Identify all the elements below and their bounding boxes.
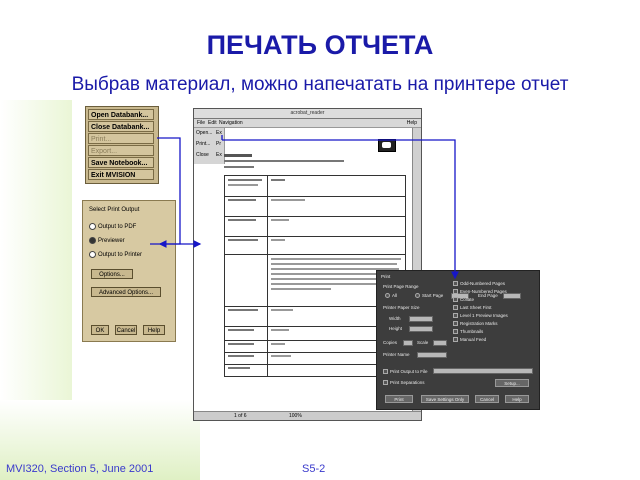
cancel-button[interactable]: Cancel (115, 325, 137, 335)
dialog-title: Select Print Output (89, 207, 140, 213)
checkbox-label: Odd-Numbered Pages (460, 281, 506, 286)
options-button[interactable]: Options... (91, 269, 133, 279)
paper-size-label: Printer Paper Size (383, 305, 420, 310)
radio-output-to-printer[interactable]: Output to Printer (89, 251, 142, 258)
menu-item-exit[interactable]: Exit MVISION (88, 169, 154, 180)
print-dialog: Print Print Page Range All Start Page En… (376, 270, 540, 410)
width-input[interactable] (409, 316, 433, 322)
radio-label: Previewer (98, 238, 125, 245)
checkbox-odd-pages[interactable] (453, 281, 458, 286)
file-dropdown: Open... Print... Close Ex Pr Ex (194, 128, 225, 164)
file-menu: Open Databank... Close Databank... Print… (85, 106, 159, 184)
checkbox-label: Even-Numbered Pages (460, 289, 507, 294)
page-indicator: 1 of 6 (234, 413, 247, 419)
radio-previewer[interactable]: Previewer (89, 237, 125, 244)
copies-input[interactable] (403, 340, 413, 346)
checkbox-label: Registration Marks (460, 321, 498, 326)
acrobat-logo-icon (378, 139, 396, 152)
footer-course-info: MVI320, Section 5, June 2001 (6, 463, 154, 475)
checkbox-label: Collate (460, 297, 475, 302)
doc-heading-line (224, 154, 252, 157)
checkbox-collate[interactable] (453, 297, 458, 302)
radio-icon (89, 223, 96, 230)
doc-path-line (224, 160, 344, 162)
select-print-output-dialog: Select Print Output Output to PDF Previe… (82, 200, 176, 342)
checkbox-preview-images[interactable] (453, 313, 458, 318)
radio-icon (89, 251, 96, 258)
radio-label: Output to Printer (98, 252, 143, 259)
print-to-file-label: Print Output to File (390, 369, 428, 374)
output-file-input[interactable] (433, 368, 533, 374)
help-button[interactable]: Help (143, 325, 165, 335)
menu-navigation[interactable]: Navigation (219, 119, 243, 127)
printer-name-select[interactable] (417, 352, 447, 358)
cancel-button[interactable]: Cancel (475, 395, 499, 403)
status-bar: 1 of 6 100% (194, 411, 421, 420)
setup-button[interactable]: Setup... (495, 379, 529, 387)
slide-title: ПЕЧАТЬ ОТЧЕТА (206, 30, 434, 60)
table-column-divider (267, 176, 268, 376)
menu-item-print[interactable]: Print... (88, 133, 154, 144)
checkbox-manual-feed[interactable] (453, 337, 458, 342)
checkbox-label: Thumbnails (460, 329, 484, 334)
ok-button[interactable]: OK (91, 325, 109, 335)
printer-name-label: Printer Name (383, 352, 410, 357)
advanced-options-button[interactable]: Advanced Options... (91, 287, 161, 297)
checkbox-label: Last Sheet First (460, 305, 492, 310)
help-button[interactable]: Help (505, 395, 529, 403)
scale-label: Scale (417, 340, 429, 345)
menu-help[interactable]: Help (407, 119, 417, 127)
dropdown-close[interactable]: Close (196, 152, 209, 158)
dropdown-open[interactable]: Open... (196, 130, 212, 136)
menu-item-export[interactable]: Export... (88, 145, 154, 156)
dropdown-shortcut: Pr (216, 141, 221, 147)
checkbox-label: Level 1 Preview Images (460, 313, 508, 318)
window-menubar: File Edit Navigation Help (194, 119, 421, 128)
height-label: Height (389, 326, 403, 331)
radio-selected-icon (89, 237, 96, 244)
menu-item-open-databank[interactable]: Open Databank... (88, 109, 154, 120)
checkbox-thumbnails[interactable] (453, 329, 458, 334)
dialog-title: Print (381, 274, 391, 279)
dropdown-shortcut: Ex (216, 152, 222, 158)
save-settings-button[interactable]: Save Settings Only (421, 395, 469, 403)
checkbox-separations[interactable] (383, 380, 388, 385)
dropdown-shortcut: Ex (216, 130, 222, 136)
page-range-label: Print Page Range (383, 284, 419, 289)
checkbox-registration-marks[interactable] (453, 321, 458, 326)
footer-page-number: S5-2 (302, 463, 326, 475)
doc-subheading-line (224, 166, 254, 168)
checkbox-even-pages[interactable] (453, 289, 458, 294)
checkbox-last-sheet-first[interactable] (453, 305, 458, 310)
scale-input[interactable] (433, 340, 447, 346)
print-button[interactable]: Print (385, 395, 413, 403)
window-titlebar: acrobat_reader (194, 109, 421, 119)
menu-item-close-databank[interactable]: Close Databank... (88, 121, 154, 132)
menu-item-save-notebook[interactable]: Save Notebook... (88, 157, 154, 168)
checkbox-print-to-file[interactable] (383, 369, 388, 374)
dropdown-print[interactable]: Print... (196, 141, 210, 147)
menu-edit[interactable]: Edit (208, 119, 217, 127)
radio-output-to-pdf[interactable]: Output to PDF (89, 223, 136, 230)
zoom-level[interactable]: 100% (289, 412, 302, 420)
left-decor-band (0, 100, 72, 440)
checkbox-label: Manual Feed (460, 337, 487, 342)
width-label: Width (389, 316, 401, 321)
slide-subtitle: Выбрав материал, можно напечатать на при… (71, 74, 569, 95)
start-page-label: Start Page (422, 293, 444, 298)
menu-file[interactable]: File (197, 119, 205, 127)
radio-all-label: All (392, 293, 398, 298)
radio-start-page-icon[interactable] (415, 293, 420, 298)
separations-label: Print Separations (390, 380, 425, 385)
radio-all-icon[interactable] (385, 293, 390, 298)
radio-label: Output to PDF (98, 224, 137, 231)
copies-label: Copies (383, 340, 398, 345)
height-input[interactable] (409, 326, 433, 332)
